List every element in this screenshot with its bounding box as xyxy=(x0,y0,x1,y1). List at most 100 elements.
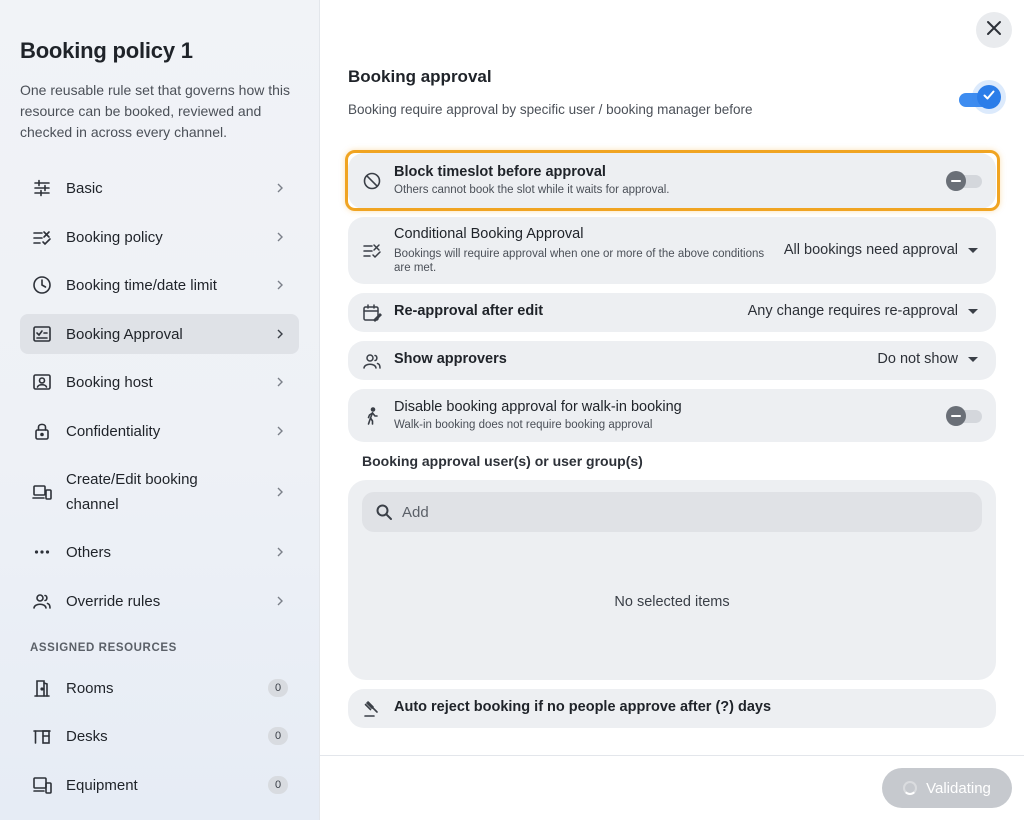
conditional-approval-select[interactable]: All bookings need approval xyxy=(784,242,978,258)
walkin-title: Disable booking approval for walk-in boo… xyxy=(394,399,682,415)
auto-reject-title: Auto reject booking if no people approve… xyxy=(394,699,772,715)
clock-icon xyxy=(31,274,53,296)
select-value: Any change requires re-approval xyxy=(747,303,958,319)
close-icon xyxy=(986,20,1002,41)
validating-label: Validating xyxy=(926,779,991,797)
conditional-approval-title: Conditional Booking Approval xyxy=(394,226,584,242)
lock-icon xyxy=(31,420,53,442)
resource-count-badge: 0 xyxy=(268,679,288,697)
caret-down-icon xyxy=(968,356,978,362)
assigned-resources-heading: ASSIGNED RESOURCES xyxy=(30,642,177,654)
nav-item-label: Booking host xyxy=(66,373,153,391)
rule-checklist-icon xyxy=(362,240,382,260)
equipment-icon xyxy=(31,774,53,796)
settings-sidebar: Booking policy 1 One reusable rule set t… xyxy=(0,0,320,820)
walkin-toggle[interactable] xyxy=(946,405,982,427)
select-value: Do not show xyxy=(877,351,958,367)
search-input[interactable] xyxy=(402,492,962,532)
nav-item-label: Basic xyxy=(66,179,103,197)
check-icon xyxy=(982,88,996,107)
resource-label: Equipment xyxy=(66,776,138,794)
calendar-edit-icon xyxy=(362,303,382,323)
gavel-icon xyxy=(362,699,382,719)
door-icon xyxy=(31,677,53,699)
chevron-right-icon xyxy=(273,424,287,438)
host-badge-icon xyxy=(31,371,53,393)
nav-item-label: Booking policy xyxy=(66,228,163,246)
resource-count-badge: 0 xyxy=(268,776,288,794)
nav-item-booking-channel[interactable]: Create/Edit booking channel xyxy=(20,463,299,521)
footer-divider xyxy=(320,755,1024,756)
policy-description: One reusable rule set that governs how t… xyxy=(20,82,291,140)
resource-count-badge: 0 xyxy=(268,727,288,745)
chevron-right-icon xyxy=(273,545,287,559)
nav-item-label: Booking time/date limit xyxy=(66,276,217,294)
resource-item-equipment[interactable]: Equipment 0 xyxy=(20,765,299,805)
minus-icon xyxy=(951,415,961,417)
show-approvers-row: Show approvers Do not show xyxy=(348,341,996,380)
toggle-knob xyxy=(977,85,1001,109)
nav-item-label: Create/Edit booking channel xyxy=(66,471,198,513)
reapproval-title: Re-approval after edit xyxy=(394,303,544,319)
chevron-right-icon xyxy=(273,375,287,389)
nav-item-booking-host[interactable]: Booking host xyxy=(20,362,299,402)
toggle-knob xyxy=(946,406,966,426)
rule-checklist-icon xyxy=(31,226,53,248)
caret-down-icon xyxy=(968,247,978,253)
show-approvers-select[interactable]: Do not show xyxy=(877,351,978,367)
people-icon xyxy=(31,590,53,612)
nav-item-label: Override rules xyxy=(66,592,161,610)
walkin-subtitle: Walk-in booking does not require booking… xyxy=(394,419,653,431)
nav-item-booking-time-limit[interactable]: Booking time/date limit xyxy=(20,265,299,305)
show-approvers-title: Show approvers xyxy=(394,351,507,367)
approval-icon xyxy=(31,323,53,345)
devices-icon xyxy=(31,481,53,503)
resource-item-desks[interactable]: Desks 0 xyxy=(20,716,299,756)
chevron-right-icon xyxy=(273,594,287,608)
booking-approval-toggle[interactable] xyxy=(959,80,1006,114)
policy-title: Booking policy 1 xyxy=(20,38,193,63)
chevron-right-icon xyxy=(273,278,287,292)
add-user-search[interactable] xyxy=(362,492,982,532)
nav-item-override-rules[interactable]: Override rules xyxy=(20,581,299,621)
resource-item-rooms[interactable]: Rooms 0 xyxy=(20,668,299,708)
people-icon xyxy=(362,351,382,371)
conditional-approval-row: Conditional Booking Approval Bookings wi… xyxy=(348,217,996,284)
section-description: Booking require approval by specific use… xyxy=(348,102,753,117)
resource-label: Rooms xyxy=(66,679,114,697)
close-button[interactable] xyxy=(976,12,1012,48)
chevron-right-icon xyxy=(273,230,287,244)
nav-item-booking-policy[interactable]: Booking policy xyxy=(20,217,299,257)
auto-reject-row[interactable]: Auto reject booking if no people approve… xyxy=(348,689,996,728)
approval-users-heading: Booking approval user(s) or user group(s… xyxy=(362,453,643,469)
highlight-outline xyxy=(345,150,1000,211)
conditional-approval-subtitle: Bookings will require approval when one … xyxy=(394,248,765,274)
nav-item-confidentiality[interactable]: Confidentiality xyxy=(20,411,299,451)
section-title: Booking approval xyxy=(348,67,492,86)
search-icon xyxy=(374,502,394,522)
empty-state-text: No selected items xyxy=(614,594,730,610)
nav-item-basic[interactable]: Basic xyxy=(20,168,299,208)
select-value: All bookings need approval xyxy=(783,242,958,258)
walking-person-icon xyxy=(362,406,382,426)
caret-down-icon xyxy=(968,308,978,314)
validating-button[interactable]: Validating xyxy=(882,768,1012,808)
nav-item-label: Others xyxy=(66,543,112,561)
nav-item-label: Booking Approval xyxy=(66,325,183,343)
reapproval-select[interactable]: Any change requires re-approval xyxy=(748,303,978,319)
walkin-row: Disable booking approval for walk-in boo… xyxy=(348,389,996,442)
more-dots-icon xyxy=(31,541,53,563)
chevron-right-icon xyxy=(273,485,287,499)
reapproval-row: Re-approval after edit Any change requir… xyxy=(348,293,996,332)
chevron-right-icon xyxy=(273,327,287,341)
booking-approval-panel: Booking approval Booking require approva… xyxy=(320,0,1024,820)
spinner-icon xyxy=(903,781,918,795)
resource-label: Desks xyxy=(66,727,108,745)
approval-users-box: No selected items xyxy=(348,480,996,680)
nav-item-booking-approval[interactable]: Booking Approval xyxy=(20,314,299,354)
nav-item-label: Confidentiality xyxy=(66,422,161,440)
chevron-right-icon xyxy=(273,181,287,195)
nav-item-others[interactable]: Others xyxy=(20,532,299,572)
sliders-icon xyxy=(31,177,53,199)
desk-icon xyxy=(31,725,53,747)
